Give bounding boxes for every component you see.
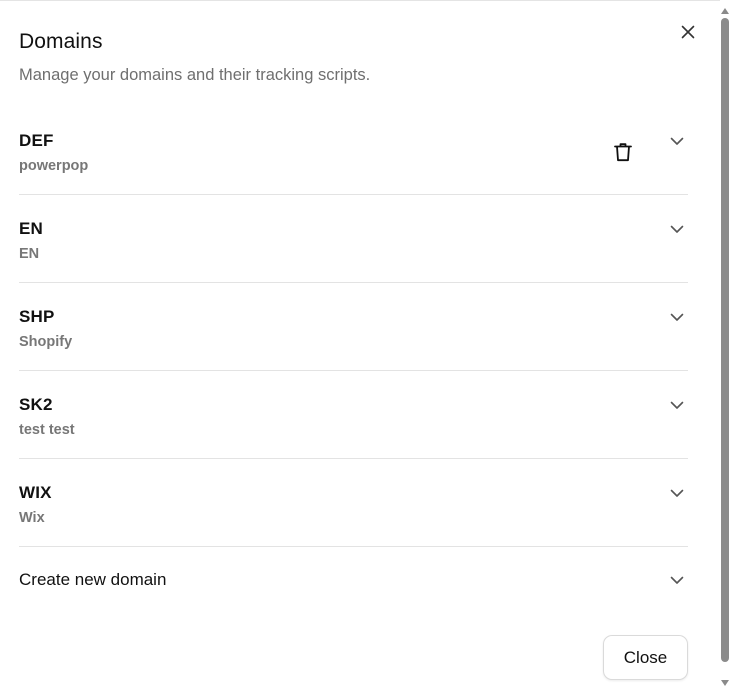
chevron-down-icon[interactable]	[668, 571, 686, 589]
domain-code: SK2	[19, 395, 53, 414]
domain-row-shp[interactable]: SHP Shopify	[19, 283, 688, 371]
chevron-down-icon[interactable]	[668, 484, 686, 502]
domain-row-def[interactable]: DEF powerpop	[19, 107, 688, 195]
domain-name: Wix	[19, 510, 45, 526]
dialog-subtitle: Manage your domains and their tracking s…	[19, 66, 371, 84]
domain-code: SHP	[19, 307, 55, 326]
scroll-down-arrow-icon[interactable]	[721, 680, 729, 686]
domain-code: EN	[19, 219, 44, 238]
domain-row-wix[interactable]: WIX Wix	[19, 459, 688, 547]
domain-name: Shopify	[19, 334, 73, 350]
delete-domain-button[interactable]	[612, 141, 634, 163]
domain-name: EN	[19, 246, 40, 262]
create-domain-label: Create new domain	[19, 570, 167, 589]
close-icon	[681, 25, 695, 39]
scrollbar-thumb[interactable]	[721, 18, 729, 662]
scroll-up-arrow-icon[interactable]	[721, 8, 729, 14]
domain-row-en[interactable]: EN EN	[19, 195, 688, 283]
create-domain-row[interactable]: Create new domain	[19, 547, 688, 617]
domain-name: test test	[19, 422, 75, 438]
chevron-down-icon[interactable]	[668, 220, 686, 238]
chevron-down-icon[interactable]	[668, 308, 686, 326]
domain-code: DEF	[19, 131, 54, 150]
chevron-down-icon[interactable]	[668, 396, 686, 414]
domains-dialog: Domains Manage your domains and their tr…	[0, 0, 720, 690]
domain-list: DEF powerpop EN EN SHP Shopify SK2 test …	[19, 107, 688, 617]
domain-row-sk2[interactable]: SK2 test test	[19, 371, 688, 459]
close-dialog-button[interactable]	[677, 21, 699, 43]
domain-name: powerpop	[19, 158, 89, 174]
domain-code: WIX	[19, 483, 52, 502]
trash-icon	[614, 143, 632, 162]
dialog-title: Domains	[19, 30, 103, 53]
chevron-down-icon[interactable]	[668, 132, 686, 150]
close-button[interactable]: Close	[603, 635, 688, 680]
